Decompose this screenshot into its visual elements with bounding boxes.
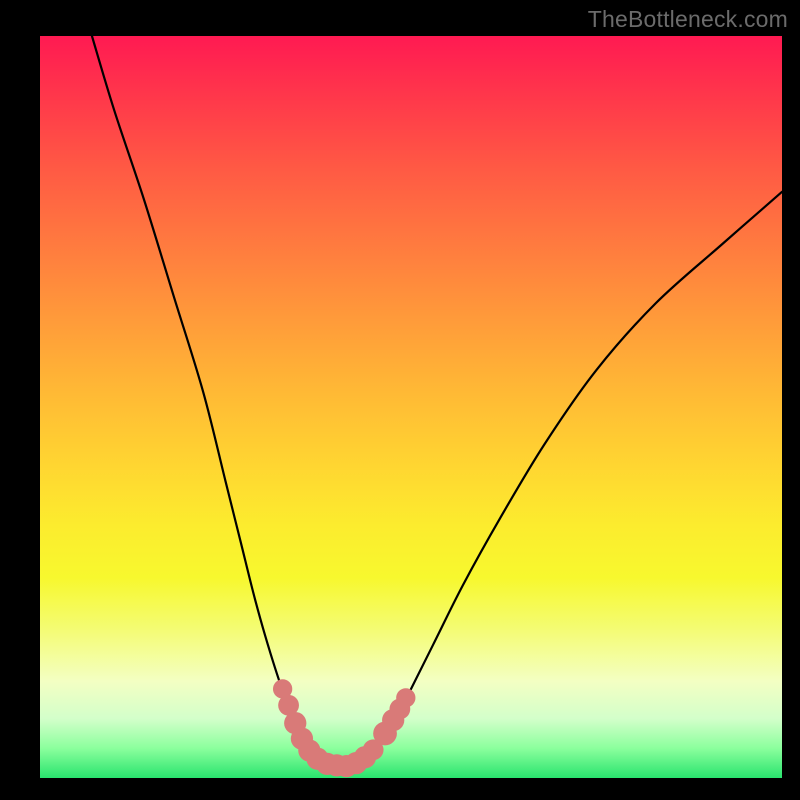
curve-marker — [396, 688, 415, 707]
bottleneck-curve-svg — [40, 36, 782, 778]
bottleneck-curve — [92, 36, 782, 767]
chart-frame: TheBottleneck.com — [0, 0, 800, 800]
curve-group — [92, 36, 782, 767]
plot-area — [40, 36, 782, 778]
marker-group — [273, 679, 415, 777]
watermark-text: TheBottleneck.com — [588, 6, 788, 33]
